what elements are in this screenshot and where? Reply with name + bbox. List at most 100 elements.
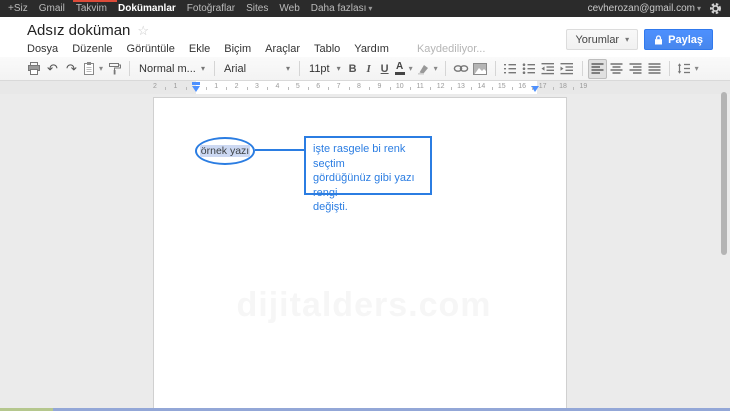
align-left-button[interactable] xyxy=(588,59,607,79)
menu-view[interactable]: Görüntüle xyxy=(127,43,175,55)
style-dropdown[interactable]: Normal m... ▾ xyxy=(135,59,209,79)
menu-insert[interactable]: Ekle xyxy=(189,43,210,55)
ruler-number: 8 xyxy=(354,83,364,90)
save-status: Kaydediliyor... xyxy=(417,43,485,55)
menu-table[interactable]: Tablo xyxy=(314,43,340,55)
line-spacing-icon xyxy=(677,62,691,75)
bold-button[interactable]: B xyxy=(345,63,361,75)
web-clipboard-button[interactable]: ▾ xyxy=(81,59,105,79)
lock-icon xyxy=(654,35,663,45)
share-button[interactable]: Paylaş xyxy=(644,29,713,50)
align-right-button[interactable] xyxy=(626,59,645,79)
underline-button[interactable]: U xyxy=(377,63,393,75)
ruler-tick xyxy=(247,87,248,90)
menu-help[interactable]: Yardım xyxy=(354,43,389,55)
font-size-dropdown[interactable]: 11pt ▾ xyxy=(305,59,345,79)
annotation-line: değişti. xyxy=(313,200,423,215)
gear-icon[interactable] xyxy=(709,2,722,15)
topbar-link-web[interactable]: Web xyxy=(279,3,299,14)
vertical-scrollbar-thumb[interactable] xyxy=(721,92,727,255)
comments-button[interactable]: Yorumlar ▾ xyxy=(566,29,638,50)
numbered-list-icon xyxy=(503,62,517,75)
topbar-link-sites[interactable]: Sites xyxy=(246,3,268,14)
ruler-tick xyxy=(288,87,289,90)
insert-link-button[interactable] xyxy=(451,59,471,79)
decrease-indent-button[interactable] xyxy=(539,59,558,79)
ruler-number: 18 xyxy=(558,83,568,90)
chevron-down-icon: ▾ xyxy=(695,64,699,73)
menu-format[interactable]: Biçim xyxy=(224,43,251,55)
menu-file[interactable]: Dosya xyxy=(27,43,58,55)
toolbar-separator xyxy=(582,61,583,76)
document-header: Adsız doküman ☆ Dosya Düzenle Görüntüle … xyxy=(0,17,730,57)
ruler-tick xyxy=(410,87,411,90)
increase-indent-button[interactable] xyxy=(558,59,577,79)
style-value: Normal m... xyxy=(139,63,196,75)
account-menu[interactable]: cevherozan@gmail.com▾ xyxy=(588,3,701,14)
topbar-link-plus-you[interactable]: +Siz xyxy=(8,3,28,14)
bulleted-list-button[interactable] xyxy=(520,59,539,79)
sample-text[interactable]: örnek yazı xyxy=(200,145,250,157)
font-size-value: 11pt xyxy=(309,63,330,75)
topbar-link-photos[interactable]: Fotoğraflar xyxy=(187,3,235,14)
text-color-icon: A xyxy=(395,62,405,75)
font-dropdown[interactable]: Arial ▾ xyxy=(220,59,294,79)
menu-edit[interactable]: Düzenle xyxy=(72,43,112,55)
ruler-number: 7 xyxy=(334,83,344,90)
align-right-icon xyxy=(629,62,642,75)
chevron-down-icon: ▾ xyxy=(625,35,629,44)
account-email: cevherozan@gmail.com xyxy=(588,3,695,14)
print-icon xyxy=(27,62,41,75)
numbered-list-button[interactable] xyxy=(501,59,520,79)
ruler-tick xyxy=(165,87,166,90)
highlight-color-button[interactable]: ▾ xyxy=(415,59,440,79)
ruler-tick xyxy=(492,87,493,90)
menubar: Dosya Düzenle Görüntüle Ekle Biçim Araçl… xyxy=(27,43,485,55)
text-color-button[interactable]: A ▾ xyxy=(393,59,415,79)
first-line-indent-marker[interactable] xyxy=(192,82,200,85)
ruler-tick xyxy=(390,87,391,90)
topbar-link-gmail[interactable]: Gmail xyxy=(39,3,65,14)
align-justify-icon xyxy=(648,62,661,75)
ruler-tick xyxy=(553,87,554,90)
outdent-icon xyxy=(541,62,555,75)
ruler-tick xyxy=(369,87,370,90)
align-center-button[interactable] xyxy=(607,59,626,79)
align-justify-button[interactable] xyxy=(645,59,664,79)
chevron-down-icon: ▾ xyxy=(697,4,701,13)
document-title[interactable]: Adsız doküman xyxy=(27,22,130,39)
topbar-link-more[interactable]: Daha fazlası▾ xyxy=(311,3,373,14)
link-icon xyxy=(453,62,469,75)
ruler-number: 12 xyxy=(436,83,446,90)
topbar-link-documents[interactable]: Dokümanlar xyxy=(118,3,176,14)
left-indent-marker[interactable] xyxy=(192,86,200,92)
ruler-number: 6 xyxy=(313,83,323,90)
topbar-link-calendar[interactable]: Takvim xyxy=(76,3,107,14)
ruler-tick xyxy=(573,87,574,90)
undo-button[interactable]: ↶ xyxy=(43,59,62,79)
star-icon[interactable]: ☆ xyxy=(137,23,149,39)
toolbar-separator xyxy=(445,61,446,76)
print-button[interactable] xyxy=(24,59,43,79)
paint-format-button[interactable] xyxy=(105,59,124,79)
italic-button[interactable]: I xyxy=(361,63,377,75)
watermark: dijitalders.com xyxy=(184,286,544,325)
ruler-number: 9 xyxy=(374,83,384,90)
ruler-number: 5 xyxy=(293,83,303,90)
ruler-number: 2 xyxy=(232,83,242,90)
ruler-number: 19 xyxy=(578,83,588,90)
ruler-number: 15 xyxy=(497,83,507,90)
ruler: 2112345678910111213141516171819 xyxy=(0,81,730,94)
ruler-tick xyxy=(226,87,227,90)
insert-image-button[interactable] xyxy=(471,59,490,79)
redo-button[interactable]: ↷ xyxy=(62,59,81,79)
ruler-tick xyxy=(430,87,431,90)
font-value: Arial xyxy=(224,63,246,75)
ruler-number: 17 xyxy=(538,83,548,90)
editor-page[interactable]: dijitalders.com örnek yazı işte rasgele … xyxy=(153,97,567,411)
ruler-number: 4 xyxy=(272,83,282,90)
line-spacing-button[interactable]: ▾ xyxy=(675,59,701,79)
toolbar-separator xyxy=(214,61,215,76)
active-link-indicator xyxy=(73,0,117,2)
menu-tools[interactable]: Araçlar xyxy=(265,43,300,55)
